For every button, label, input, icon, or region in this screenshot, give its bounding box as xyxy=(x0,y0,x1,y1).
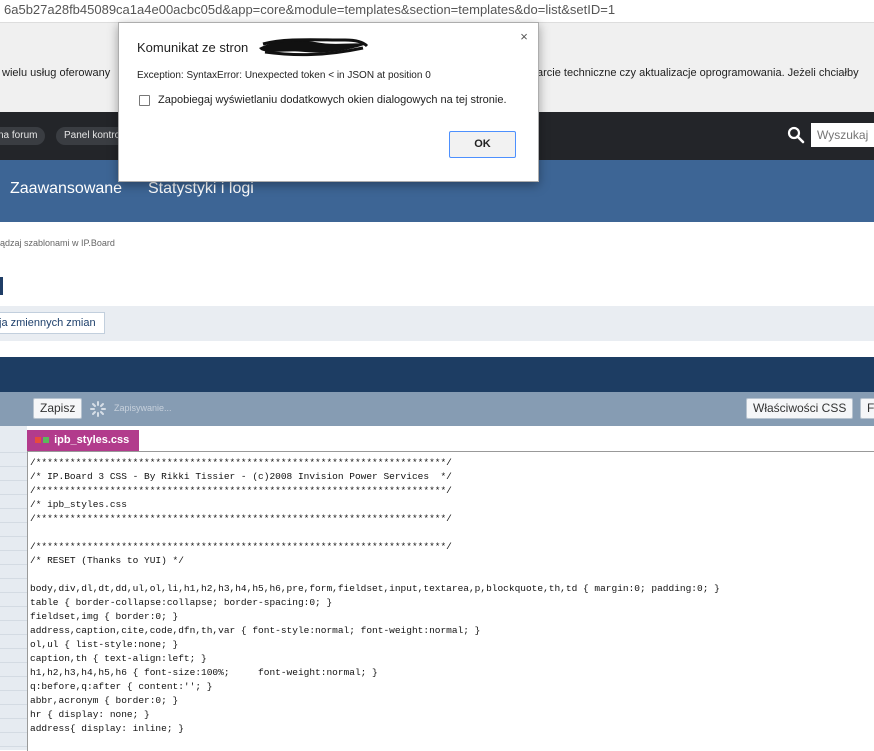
gutter-separator xyxy=(0,592,27,593)
gutter-separator xyxy=(0,452,27,453)
close-icon[interactable]: × xyxy=(518,30,530,44)
gutter-separator xyxy=(0,522,27,523)
file-tab-ipb-styles[interactable]: ipb_styles.css xyxy=(27,430,140,451)
gutter-separator xyxy=(0,634,27,635)
nav-pill-forum[interactable]: na forum xyxy=(0,127,46,145)
code-line: fieldset,img { border:0; } xyxy=(30,611,179,622)
editor-header-bar xyxy=(0,357,874,392)
variables-changes-button[interactable]: ja zmiennych zmian xyxy=(0,312,105,334)
code-line: h1,h2,h3,h4,h5,h6 { font-size:100%; font… xyxy=(30,667,378,678)
code-line: body,div,dl,dt,dd,ul,ol,li,h1,h2,h3,h4,h… xyxy=(30,583,720,594)
gutter-separator xyxy=(0,466,27,467)
address-bar[interactable]: 6a5b27a28fb45089ca1a4e00acbc05d&app=core… xyxy=(0,0,874,22)
gutter-separator xyxy=(0,704,27,705)
file-tab-label: ipb_styles.css xyxy=(54,434,130,446)
search-input[interactable] xyxy=(811,123,874,147)
gutter-separator xyxy=(0,494,27,495)
search-icon[interactable] xyxy=(787,126,805,144)
toolbar-button-cut[interactable]: F xyxy=(860,398,874,419)
gutter-separator xyxy=(0,606,27,607)
code-line: /* RESET (Thanks to YUI) */ xyxy=(30,555,184,566)
code-line: /***************************************… xyxy=(30,485,452,496)
gutter-separator xyxy=(0,508,27,509)
sub-toolbar: ja zmiennych zmian xyxy=(0,306,874,341)
code-line: q:before,q:after { content:''; } xyxy=(30,681,213,692)
gutter-separator xyxy=(0,536,27,537)
gutter-separator xyxy=(0,480,27,481)
gutter-separator xyxy=(0,746,27,747)
code-line: ol,ul { list-style:none; } xyxy=(30,639,179,650)
code-line: abbr,acronym { border:0; } xyxy=(30,695,179,706)
code-line: /***************************************… xyxy=(30,457,452,468)
code-line: caption,th { text-align:left; } xyxy=(30,653,207,664)
tab-advanced[interactable]: Zaawansowane xyxy=(10,180,122,198)
gutter-separator xyxy=(0,620,27,621)
save-button[interactable]: Zapisz xyxy=(33,398,83,419)
css-editor: ipb_styles.css /************************… xyxy=(0,426,874,751)
tab-statistics-logs[interactable]: Statystyki i logi xyxy=(148,180,254,198)
ok-button[interactable]: OK xyxy=(449,131,516,158)
code-line: address,caption,cite,code,dfn,th,var { f… xyxy=(30,625,481,636)
alert-dialog: Komunikat ze stron × Exception: SyntaxEr… xyxy=(118,22,539,182)
dialog-title: Komunikat ze stron xyxy=(137,40,249,55)
notice-text-left: wielu usług oferowany xyxy=(2,67,111,79)
gutter-separator xyxy=(0,578,27,579)
gutter-separator xyxy=(0,648,27,649)
code-textarea[interactable]: /***************************************… xyxy=(27,451,874,751)
close-tab-icon[interactable] xyxy=(35,437,41,444)
code-line: /* ipb_styles.css xyxy=(30,499,447,510)
code-line: /***************************************… xyxy=(30,541,452,552)
redaction-scribble xyxy=(259,38,369,57)
code-line: hr { display: none; } xyxy=(30,709,150,720)
css-properties-button[interactable]: Właściwości CSS xyxy=(746,398,854,419)
page-description: ądzaj szablonami w IP.Board xyxy=(0,238,115,248)
code-line: /***************************************… xyxy=(30,513,452,524)
expand-tab-icon[interactable] xyxy=(43,437,49,444)
spinner-icon xyxy=(90,401,106,417)
page-title-marker xyxy=(0,277,3,295)
gutter-separator xyxy=(0,690,27,691)
code-line: table { border-collapse:collapse; border… xyxy=(30,597,333,608)
gutter-separator xyxy=(0,718,27,719)
suppress-dialogs-checkbox[interactable] xyxy=(139,95,150,106)
code-line: address{ display: inline; } xyxy=(30,723,184,734)
notice-text-right: arcie techniczne czy aktualizacje oprogr… xyxy=(537,67,859,79)
gutter-separator xyxy=(0,732,27,733)
gutter-separator xyxy=(0,676,27,677)
dialog-message: Exception: SyntaxError: Unexpected token… xyxy=(137,70,431,81)
gutter-separator xyxy=(0,550,27,551)
editor-toolbar: Zapisz Zapisywanie... Właściwości CSS F xyxy=(0,392,874,426)
gutter-separator xyxy=(0,662,27,663)
file-list-gutter xyxy=(0,426,27,750)
gutter-separator xyxy=(0,564,27,565)
saving-text: Zapisywanie... xyxy=(114,403,172,413)
code-line: /* IP.Board 3 CSS - By Rikki Tissier - (… xyxy=(30,471,452,482)
suppress-dialogs-label[interactable]: Zapobiegaj wyświetlaniu dodatkowych okie… xyxy=(158,94,507,106)
